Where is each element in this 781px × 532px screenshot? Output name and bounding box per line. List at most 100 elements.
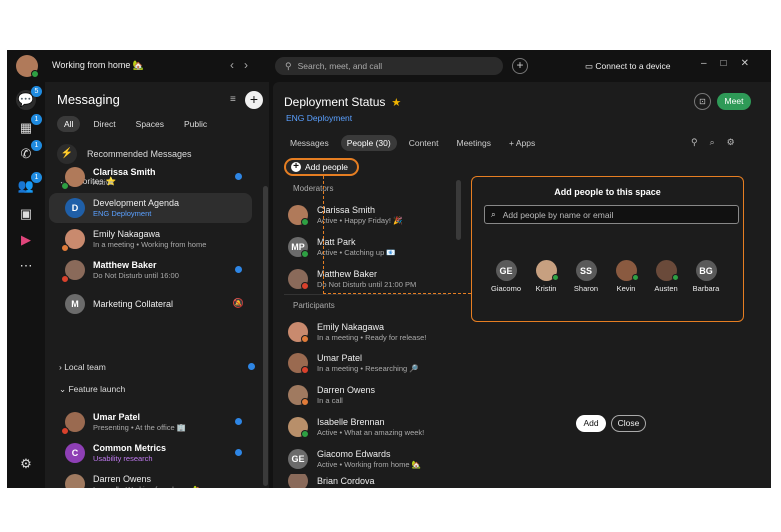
suggested-name: Kristin: [535, 284, 557, 293]
add-people-search-input[interactable]: ⌕ Add people by name or email: [484, 205, 739, 224]
teams-icon[interactable]: 👥 1: [16, 172, 42, 196]
meet-button[interactable]: Meet: [717, 93, 751, 110]
conversation-item[interactable]: Clarissa Smith Active: [49, 162, 252, 192]
space-team-link[interactable]: ENG Deployment: [286, 113, 352, 123]
conversation-item[interactable]: C Common Metrics Usability research: [49, 438, 252, 468]
person-text: Emily Nakagawa In a meeting • Ready for r…: [317, 322, 426, 343]
suggested-person[interactable]: SS Sharon: [566, 260, 606, 293]
suggested-person[interactable]: BG Barbara: [686, 260, 726, 293]
unread-dot: [248, 363, 255, 370]
person-text: Umar Patel In a meeting • Researching 🔎: [317, 353, 419, 374]
conversation-text: Umar Patel Presenting • At the office 🏢: [93, 412, 186, 433]
gear-icon[interactable]: ⚙: [727, 137, 747, 147]
suggested-name: Giacomo: [490, 284, 521, 293]
contacts-icon[interactable]: ▣: [16, 204, 36, 224]
calls-icon[interactable]: ✆ 1: [16, 140, 42, 164]
conversation-text: Common Metrics Usability research: [93, 443, 166, 464]
conversation-name: Umar Patel: [93, 411, 141, 422]
my-avatar[interactable]: [16, 55, 39, 78]
conversation-text: Emily Nakagawa In a meeting • Working fro…: [93, 229, 206, 250]
section-local-team[interactable]: › Local team: [59, 362, 106, 372]
my-status[interactable]: Working from home 🏡: [52, 60, 144, 71]
conversation-item[interactable]: D Development Agenda ENG Deployment: [49, 193, 252, 223]
suggested-name: Sharon: [573, 284, 599, 293]
avatar: [65, 474, 85, 488]
person-name: Matt Park: [317, 236, 356, 247]
add-button[interactable]: Add: [576, 415, 606, 432]
search-icon: ⚲: [285, 60, 292, 71]
person-name: Giacomo Edwards: [317, 448, 391, 459]
person-name: Emily Nakagawa: [317, 321, 385, 332]
space-tools[interactable]: ⚲⌕⚙: [691, 137, 747, 148]
suggested-person[interactable]: Austen: [646, 260, 686, 293]
person-row[interactable]: Isabelle Brennan Active • What an amazing…: [288, 413, 448, 441]
tab-meetings[interactable]: Meetings: [450, 135, 497, 151]
add-people-placeholder: Add people by name or email: [502, 209, 614, 220]
conversation-name: Clarissa Smith: [93, 166, 156, 177]
person-row[interactable]: Umar Patel In a meeting • Researching 🔎: [288, 349, 448, 377]
filter-public[interactable]: Public: [177, 116, 214, 132]
conversation-item[interactable]: Umar Patel Presenting • At the office 🏢: [49, 407, 252, 437]
person-text: Matt Park Active • Catching up 📧: [317, 237, 396, 258]
plus-icon: +: [291, 162, 301, 172]
people-scrollbar[interactable]: [456, 180, 461, 240]
search-icon[interactable]: ⌕: [710, 137, 727, 147]
tab-content[interactable]: Content: [403, 135, 445, 151]
message-filters: All Direct Spaces Public: [57, 116, 214, 132]
person-row[interactable]: Clarissa Smith Active • Happy Friday! 🎉: [288, 201, 448, 229]
tab-people[interactable]: People (30): [340, 135, 397, 151]
calendar-icon[interactable]: ▦ 1: [16, 114, 42, 138]
close-button[interactable]: Close: [611, 415, 646, 432]
presence-dot: [301, 398, 309, 406]
tab-messages[interactable]: Messages: [284, 135, 335, 151]
person-status: Active • Happy Friday! 🎉: [317, 215, 403, 225]
star-icon[interactable]: ★: [391, 97, 401, 109]
person-row[interactable]: Emily Nakagawa In a meeting • Ready for r…: [288, 318, 448, 346]
person-text: Isabelle Brennan Active • What an amazing…: [317, 417, 424, 438]
recommended-messages[interactable]: ⚡ Recommended Messages: [57, 144, 192, 164]
filter-all[interactable]: All: [57, 116, 81, 132]
section-feature-launch[interactable]: ⌄ Feature launch: [59, 384, 125, 395]
conversation-item[interactable]: Darren OwensIn a call • Working from hom…: [49, 469, 252, 488]
settings-icon[interactable]: ⚙: [16, 454, 36, 474]
new-message-button[interactable]: +: [245, 91, 263, 109]
conversation-item[interactable]: Emily Nakagawa In a meeting • Working fro…: [49, 224, 252, 254]
conversation-text: Matthew Baker Do Not Disturb until 16:00: [93, 260, 179, 281]
messaging-icon[interactable]: 💬 5: [16, 86, 42, 110]
new-action-button[interactable]: +: [512, 58, 528, 74]
suggested-name: Kevin: [616, 284, 636, 293]
filter-icon[interactable]: ≡: [230, 94, 236, 105]
pin-icon[interactable]: ⚲: [691, 137, 710, 147]
tab-apps[interactable]: + Apps: [503, 135, 541, 151]
suggested-name: Austen: [654, 284, 678, 293]
conversation-status: In a meeting • Working from home: [93, 239, 207, 249]
search-placeholder: Search, meet, and call: [297, 61, 383, 71]
connect-device-button[interactable]: ▭ Connect to a device: [585, 61, 671, 72]
filter-direct[interactable]: Direct: [86, 116, 122, 132]
person-row[interactable]: Darren Owens In a call: [288, 381, 448, 409]
share-screen-icon[interactable]: ⊡: [694, 93, 711, 110]
messaging-panel: Messaging ≡ + All Direct Spaces Public ⚡…: [45, 82, 269, 488]
avatar: SS: [575, 260, 597, 281]
person-row[interactable]: Matthew Baker Do Not Disturb until 21:00 …: [288, 265, 448, 293]
conversation-text: Marketing Collateral: [93, 299, 173, 310]
more-icon[interactable]: ⋯: [16, 256, 36, 276]
filter-spaces[interactable]: Spaces: [129, 116, 171, 132]
person-row[interactable]: GE Giacomo Edwards Active • Working from h…: [288, 445, 448, 473]
person-row[interactable]: MP Matt Park Active • Catching up 📧: [288, 233, 448, 261]
conversation-item[interactable]: M Marketing Collateral 🔕: [49, 289, 252, 319]
suggested-person[interactable]: GE Giacomo: [486, 260, 526, 293]
conversation-item[interactable]: Matthew Baker Do Not Disturb until 16:00: [49, 255, 252, 285]
recommended-label: Recommended Messages: [87, 149, 192, 159]
suggested-person[interactable]: Kevin: [606, 260, 646, 293]
global-search[interactable]: ⚲ Search, meet, and call: [275, 57, 503, 75]
messaging-scrollbar[interactable]: [263, 186, 268, 486]
person-row[interactable]: Brian Cordova: [288, 474, 448, 488]
window-controls[interactable]: –□✕: [701, 58, 763, 69]
suggested-person[interactable]: Kristin: [526, 260, 566, 293]
person-status: Active • Catching up 📧: [317, 247, 396, 257]
webex-app-icon[interactable]: ▶: [16, 230, 36, 250]
dashed-connector-vertical: [323, 176, 324, 294]
add-people-label: Add people: [305, 162, 349, 172]
history-arrows[interactable]: ‹›: [230, 58, 258, 72]
